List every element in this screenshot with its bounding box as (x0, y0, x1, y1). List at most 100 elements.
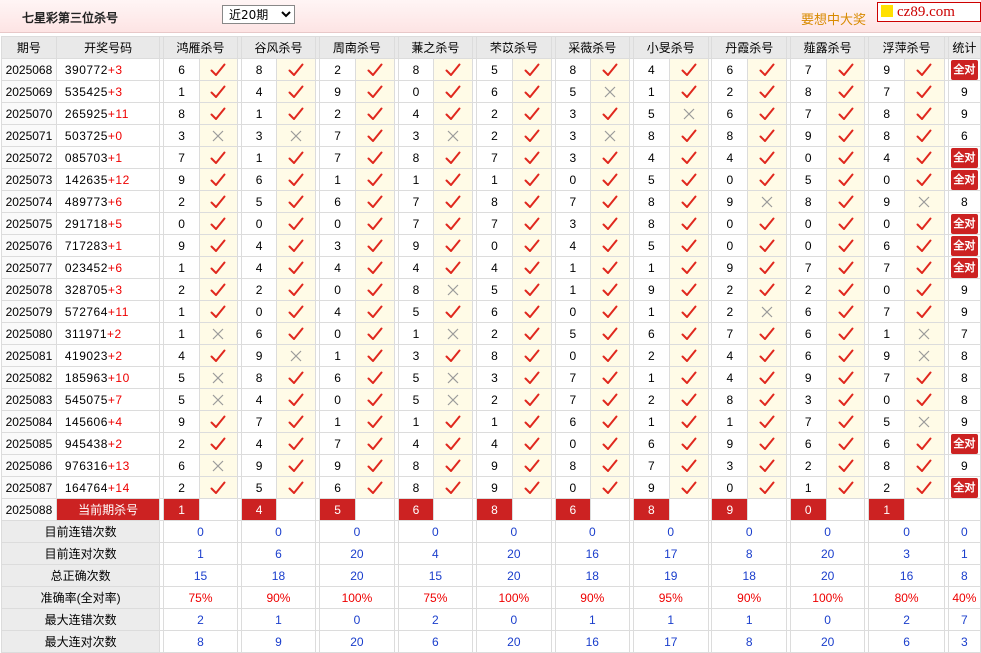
slogan-link[interactable]: 要想中大奖 (801, 9, 866, 28)
correct-check-icon (198, 146, 238, 169)
kill-number-cell: 1 (632, 410, 670, 433)
kill-number-cell: 8 (240, 58, 278, 81)
correct-check-icon (747, 256, 787, 279)
correct-check-icon (590, 102, 631, 125)
table-row: 2025085 945438+2 2 4 7 4 4 0 6 9 6 6 全对 (1, 432, 981, 455)
correct-check-icon (354, 410, 395, 433)
stats-value: 95% (632, 586, 709, 609)
kill-number-cell: 7 (868, 256, 906, 279)
stats-value: 15 (163, 564, 238, 587)
stats-value: 4 (397, 542, 474, 565)
kill-number-cell: 4 (476, 432, 513, 455)
current-kill-label: 当前期杀号 (55, 498, 161, 521)
empty-cell (276, 498, 317, 521)
stats-label: 准确率(全对率) (0, 586, 161, 609)
correct-check-icon (590, 256, 631, 279)
all-correct-badge: 全对 (950, 147, 978, 168)
kill-number-cell: 4 (632, 146, 670, 169)
kill-number-cell: 9 (163, 168, 200, 191)
correct-check-icon (825, 124, 866, 147)
kill-number-cell: 4 (397, 256, 435, 279)
correct-count-cell: 9 (947, 454, 981, 477)
wrong-cross-icon (198, 322, 238, 345)
stats-row: 准确率(全对率) 75% 90% 100% 75% 100% 90% 95% 90% 100% 80… (0, 586, 981, 609)
kill-number-cell: 6 (789, 300, 827, 323)
stats-value: 75% (397, 586, 474, 609)
correct-check-icon (825, 476, 866, 499)
kill-number-cell: 5 (476, 58, 513, 81)
kill-number-cell: 9 (868, 344, 906, 367)
stats-value: 20 (319, 564, 395, 587)
kill-number-cell: 8 (554, 58, 592, 81)
correct-check-icon (276, 454, 317, 477)
correct-check-icon (904, 234, 945, 257)
kill-number-cell: 2 (163, 190, 200, 213)
col-header-stat: 统计 (947, 36, 981, 59)
kill-number-cell: 7 (632, 454, 670, 477)
correct-check-icon (668, 344, 709, 367)
issue-cell: 2025083 (1, 388, 57, 411)
wrong-cross-icon (198, 366, 238, 389)
stats-value: 0 (397, 520, 474, 543)
bonus-number: +3 (107, 84, 123, 99)
correct-check-icon (825, 300, 866, 323)
kill-number-cell: 3 (554, 124, 592, 147)
kill-number-cell: 0 (240, 300, 278, 323)
current-kill-number: 1 (163, 498, 200, 521)
correct-count-cell: 9 (947, 300, 981, 323)
correct-count-cell: 9 (947, 102, 981, 125)
correct-check-icon (668, 300, 709, 323)
kill-number-cell: 0 (711, 476, 749, 499)
col-header-expert: 鸿雁杀号 (163, 36, 238, 59)
correct-check-icon (904, 256, 945, 279)
correct-check-icon (198, 212, 238, 235)
kill-number-cell: 1 (240, 146, 278, 169)
kill-number-cell: 8 (711, 388, 749, 411)
bonus-number: +1 (107, 238, 123, 253)
correct-check-icon (668, 256, 709, 279)
period-select[interactable]: 近20期 (222, 5, 295, 24)
col-header-expert: 小旻杀号 (632, 36, 709, 59)
draw-numbers: 311971 (64, 326, 108, 341)
stats-value: 20 (319, 542, 395, 565)
table-row: 2025072 085703+1 7 1 7 8 7 3 4 4 0 4 全对 (1, 146, 981, 169)
correct-check-icon (825, 234, 866, 257)
correct-check-icon (747, 80, 787, 103)
issue-cell: 2025075 (1, 212, 57, 235)
correct-check-icon (511, 278, 552, 301)
kill-number-cell: 6 (789, 344, 827, 367)
correct-check-icon (825, 190, 866, 213)
bonus-number: +12 (107, 172, 130, 187)
kill-number-cell: 9 (789, 366, 827, 389)
issue-cell: 2025088 (1, 498, 57, 521)
correct-check-icon (354, 432, 395, 455)
stats-value: 9 (240, 630, 317, 653)
site-logo[interactable]: cz89.com (877, 2, 981, 22)
kill-number-cell: 7 (789, 256, 827, 279)
correct-check-icon (276, 168, 317, 191)
correct-check-icon (354, 58, 395, 81)
stats-label: 最大连对次数 (0, 630, 161, 653)
bonus-number: +6 (107, 260, 123, 275)
col-header-expert: 薤露杀号 (789, 36, 866, 59)
bonus-number: +0 (107, 128, 123, 143)
correct-check-icon (198, 58, 238, 81)
kill-number-cell: 3 (711, 454, 749, 477)
correct-check-icon (904, 278, 945, 301)
correct-check-icon (668, 80, 709, 103)
kill-number-cell: 6 (319, 366, 356, 389)
kill-number-cell: 0 (554, 344, 592, 367)
issue-cell: 2025070 (1, 102, 57, 125)
wrong-cross-icon (590, 80, 631, 103)
kill-number-cell: 2 (789, 454, 827, 477)
kill-number-cell: 5 (632, 234, 670, 257)
kill-number-cell: 9 (476, 454, 513, 477)
correct-check-icon (825, 432, 866, 455)
kill-number-cell: 8 (163, 102, 200, 125)
kill-number-cell: 1 (163, 322, 200, 345)
kill-number-cell: 4 (711, 366, 749, 389)
kill-number-cell: 6 (319, 476, 356, 499)
kill-number-cell: 1 (554, 278, 592, 301)
draw-numbers-cell: 489773+6 (55, 190, 161, 213)
stats-value: 90% (711, 586, 787, 609)
